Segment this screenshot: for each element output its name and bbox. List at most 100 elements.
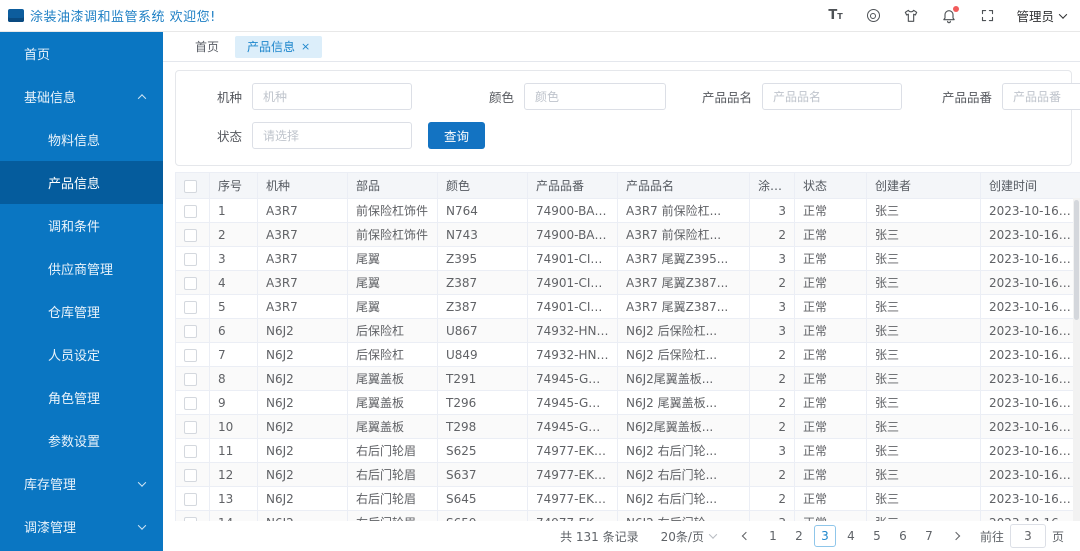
- machine-type-field: 机种: [196, 83, 412, 110]
- cell-状态: 正常: [794, 414, 867, 439]
- row-checkbox[interactable]: [184, 276, 197, 290]
- sidebar-item-首页[interactable]: 首页: [0, 32, 163, 75]
- scrollbar-thumb[interactable]: [1074, 200, 1079, 320]
- query-button[interactable]: 查询: [428, 122, 486, 149]
- cell-创建时间: 2023-10-16 00:...: [980, 366, 1080, 391]
- row-checkbox[interactable]: [184, 420, 197, 434]
- cell-涂装次: 3: [749, 438, 795, 463]
- row-checkbox[interactable]: [184, 252, 197, 266]
- row-checkbox[interactable]: [184, 204, 197, 218]
- machine-type-label: 机种: [216, 90, 242, 105]
- product-name-label: 产品品名: [701, 90, 752, 105]
- row-checkbox[interactable]: [184, 348, 197, 362]
- theme-icon[interactable]: [902, 7, 920, 25]
- cell-序号: 11: [209, 438, 258, 463]
- sidebar-item-调和条件[interactable]: 调和条件: [0, 204, 163, 247]
- goto-page-input[interactable]: [1009, 524, 1046, 548]
- cell-涂装次: 2: [749, 222, 795, 247]
- font-size-icon[interactable]: TT: [826, 7, 844, 25]
- row-select-cell: [175, 390, 210, 415]
- cell-部品: 尾翼盖板: [347, 414, 438, 439]
- chevron-down-icon: [708, 530, 718, 539]
- cell-机种: N6J2: [257, 414, 348, 439]
- row-checkbox[interactable]: [184, 372, 197, 386]
- prev-page-button[interactable]: [736, 526, 756, 546]
- product-number-input[interactable]: [1002, 83, 1080, 110]
- user-menu[interactable]: 管理员: [1016, 6, 1068, 25]
- cell-创建时间: 2023-10-16 00:...: [980, 222, 1080, 247]
- help-icon[interactable]: [864, 7, 882, 25]
- tab-首页[interactable]: 首页: [183, 36, 231, 58]
- page-button-4[interactable]: 4: [840, 525, 862, 547]
- sidebar-item-人员设定[interactable]: 人员设定: [0, 333, 163, 376]
- table-scrollbar[interactable]: [1073, 198, 1080, 521]
- sidebar-item-参数设置[interactable]: 参数设置: [0, 419, 163, 462]
- cell-产品品番: 74945-GMLO0...: [527, 366, 618, 391]
- row-checkbox[interactable]: [184, 468, 197, 482]
- sidebar-item-调漆管理[interactable]: 调漆管理: [0, 505, 163, 548]
- cell-创建者: 张三: [866, 366, 981, 391]
- row-checkbox[interactable]: [184, 324, 197, 338]
- machine-type-input[interactable]: [252, 83, 412, 110]
- cell-机种: N6J2: [257, 342, 348, 367]
- tab-label: 首页: [195, 40, 220, 54]
- sidebar-item-基础信息[interactable]: 基础信息: [0, 75, 163, 118]
- record-count: 共 131 条记录: [560, 529, 639, 544]
- page-button-1[interactable]: 1: [762, 525, 784, 547]
- sidebar-item-供应商管理[interactable]: 供应商管理: [0, 247, 163, 290]
- row-checkbox[interactable]: [184, 444, 197, 458]
- cell-创建时间: 2023-10-16 00:...: [980, 486, 1080, 511]
- column-header-产品品名: 产品品名: [617, 172, 750, 199]
- sidebar-item-仓库管理[interactable]: 仓库管理: [0, 290, 163, 333]
- cell-部品: 尾翼盖板: [347, 366, 438, 391]
- product-name-input[interactable]: [762, 83, 902, 110]
- next-page-button[interactable]: [946, 526, 966, 546]
- cell-状态: 正常: [794, 198, 867, 223]
- page-button-6[interactable]: 6: [892, 525, 914, 547]
- cell-产品品名: N6J2尾翼盖板...: [617, 366, 750, 391]
- cell-创建者: 张三: [866, 270, 981, 295]
- tab-产品信息[interactable]: 产品信息 ×: [235, 35, 323, 58]
- row-checkbox[interactable]: [184, 396, 197, 410]
- page-button-5[interactable]: 5: [866, 525, 888, 547]
- sidebar-item-角色管理[interactable]: 角色管理: [0, 376, 163, 419]
- page-button-3[interactable]: 3: [813, 525, 836, 547]
- row-select-cell: [175, 462, 210, 487]
- page-button-2[interactable]: 2: [788, 525, 810, 547]
- cell-涂装次: 3: [749, 198, 795, 223]
- row-checkbox[interactable]: [184, 492, 197, 506]
- cell-状态: 正常: [794, 294, 867, 319]
- status-select[interactable]: [252, 122, 412, 149]
- page-number-list: 1234567: [762, 525, 940, 547]
- sidebar-item-库存管理[interactable]: 库存管理: [0, 462, 163, 505]
- close-tab-icon[interactable]: ×: [301, 41, 310, 52]
- cell-产品品名: N6J2 右后门轮...: [617, 438, 750, 463]
- page-button-7[interactable]: 7: [918, 525, 940, 547]
- select-all-checkbox[interactable]: [184, 179, 197, 193]
- row-select-cell: [175, 270, 210, 295]
- row-checkbox[interactable]: [184, 228, 197, 242]
- fullscreen-icon[interactable]: [978, 7, 996, 25]
- sidebar-item-label: 物料信息: [48, 134, 101, 149]
- cell-产品品番: 74900-BAHG00...: [527, 222, 618, 247]
- cell-创建者: 张三: [866, 390, 981, 415]
- pagination-bar: 共 131 条记录 20条/页 1234567 前往 页: [163, 521, 1080, 551]
- sidebar-item-产品信息[interactable]: 产品信息: [0, 161, 163, 204]
- cell-颜色: N764: [437, 198, 528, 223]
- row-checkbox[interactable]: [184, 516, 197, 521]
- cell-产品品番: 74977-EKIJM0...: [527, 510, 618, 521]
- cell-机种: N6J2: [257, 438, 348, 463]
- column-header-状态: 状态: [794, 172, 867, 199]
- row-select-cell: [175, 366, 210, 391]
- cell-颜色: S637: [437, 462, 528, 487]
- page-size-value: 20条/页: [660, 529, 704, 544]
- notifications-bell-icon[interactable]: [940, 5, 960, 25]
- page-size-select[interactable]: 20条/页: [655, 528, 722, 545]
- cell-创建时间: 2023-10-16 00:...: [980, 318, 1080, 343]
- color-input[interactable]: [524, 83, 666, 110]
- cell-产品品番: 74932-HNMP0...: [527, 318, 618, 343]
- row-checkbox[interactable]: [184, 300, 197, 314]
- cell-创建时间: 2023-10-16 00:...: [980, 390, 1080, 415]
- table-header: 序号 机种 部品 颜色 产品品番 产品品名 涂装次 状态 创建者 创建时间: [175, 172, 1080, 199]
- sidebar-item-物料信息[interactable]: 物料信息: [0, 118, 163, 161]
